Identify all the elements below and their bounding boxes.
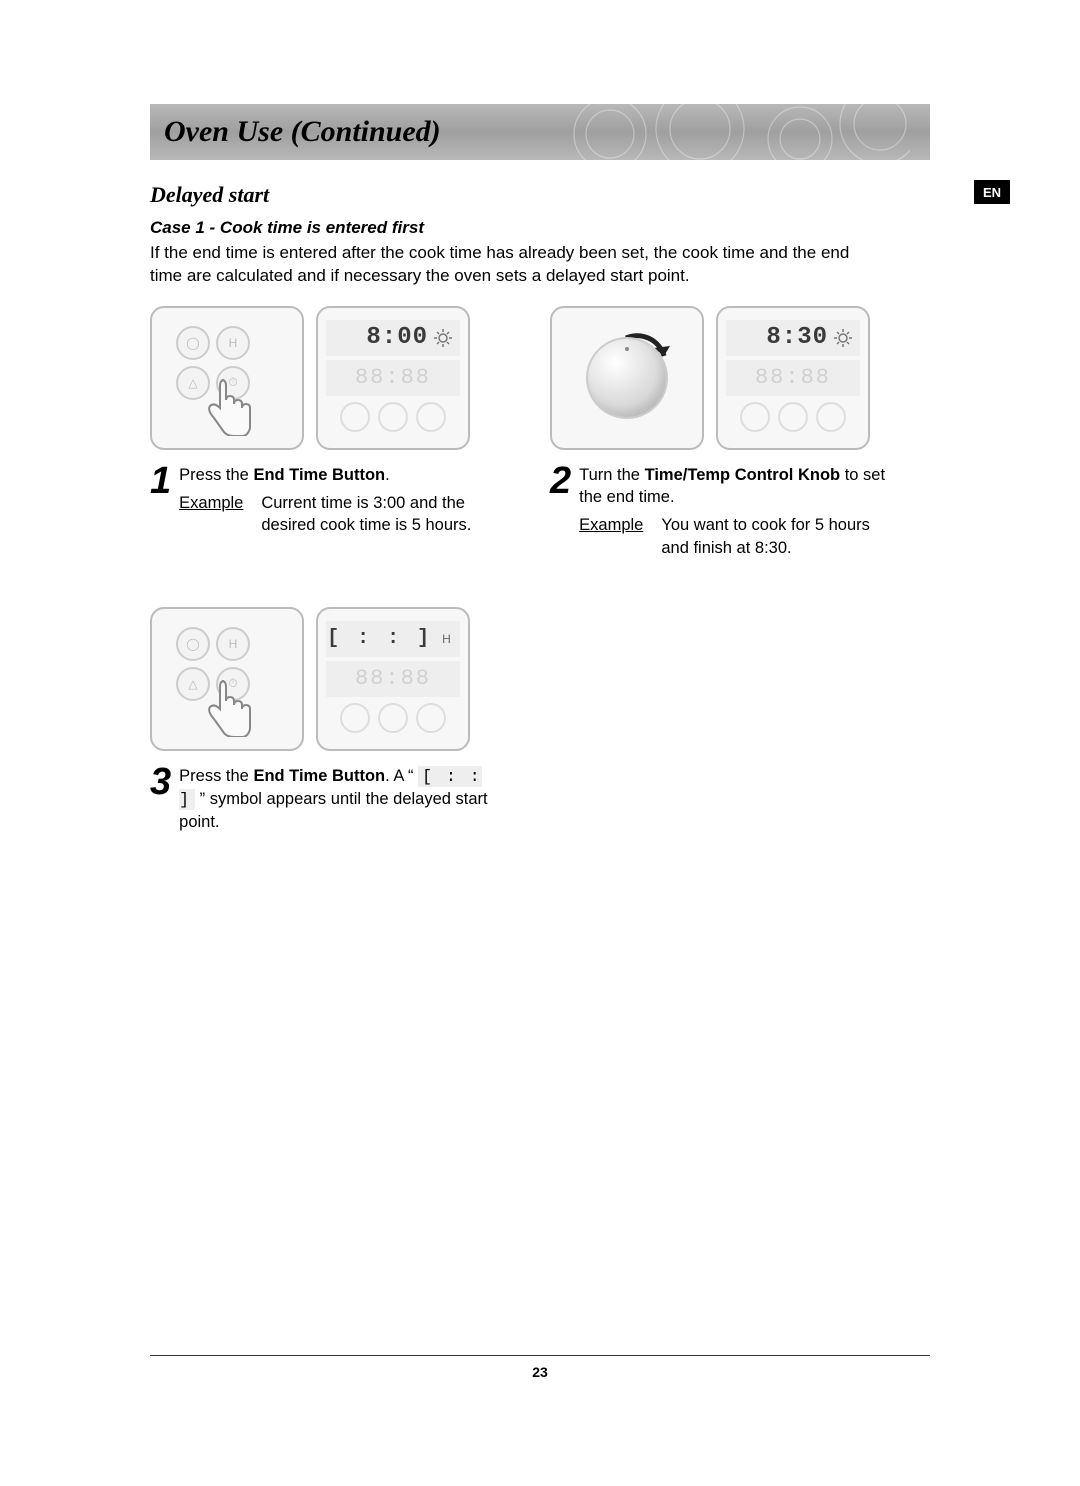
display-bottom-row	[326, 701, 460, 735]
case-title: Case 1 - Cook time is entered first	[150, 218, 930, 238]
intro-paragraph: If the end time is entered after the coo…	[150, 242, 870, 288]
end-marker-icon: H	[442, 632, 451, 646]
knob-panel	[550, 306, 704, 450]
step-3: ◯ H △ ⏱ [ : : ] H 88:88	[150, 607, 490, 834]
display-dim: 88:88	[726, 360, 860, 396]
subsection-heading: Delayed start	[150, 182, 930, 208]
display-panel: [ : : ] H 88:88	[316, 607, 470, 751]
step-1-text: Press the End Time Button. Example Curre…	[179, 464, 490, 537]
example-label: Example	[179, 492, 243, 537]
display-bottom-row	[726, 400, 860, 434]
language-badge: EN	[974, 180, 1010, 204]
example-label: Example	[579, 514, 643, 559]
steps-container: ◯ H △ ⏱ 8:00	[150, 306, 930, 834]
end-time-button-icon: H	[216, 627, 250, 661]
hand-press-icon	[204, 370, 256, 441]
end-time-button-icon: H	[216, 326, 250, 360]
banner-title: Oven Use (Continued)	[164, 115, 441, 149]
clock-sun-icon	[434, 329, 452, 347]
page-number: 23	[532, 1364, 548, 1380]
display-bottom-row	[326, 400, 460, 434]
circle-button-icon: ◯	[176, 627, 210, 661]
step-number: 1	[150, 464, 175, 537]
display-panel: 8:00 88:88	[316, 306, 470, 450]
banner-decor	[550, 104, 910, 160]
display-value: 8:00	[366, 324, 428, 351]
circle-button-icon: ◯	[176, 326, 210, 360]
display-value: 8:30	[766, 324, 828, 351]
step-1-illustration: ◯ H △ ⏱ 8:00	[150, 306, 490, 450]
step-2-illustration: 8:30 88:88	[550, 306, 890, 450]
step-number: 3	[150, 765, 175, 834]
step-number: 2	[550, 464, 575, 559]
control-panel-buttons: ◯ H △ ⏱	[150, 607, 304, 751]
step-2-text: Turn the Time/Temp Control Knob to set t…	[579, 464, 890, 559]
example-text: Current time is 3:00 and the desired coo…	[261, 492, 490, 537]
display-readout: [ : : ] H	[326, 621, 460, 657]
section-banner: Oven Use (Continued)	[150, 104, 930, 160]
step-2: 8:30 88:88 2	[550, 306, 890, 559]
step-1: ◯ H △ ⏱ 8:00	[150, 306, 490, 559]
display-readout: 8:30	[726, 320, 860, 356]
display-value: [ : : ]	[327, 627, 432, 650]
step-3-illustration: ◯ H △ ⏱ [ : : ] H 88:88	[150, 607, 490, 751]
display-dim: 88:88	[326, 360, 460, 396]
page-footer: 23	[150, 1355, 930, 1380]
control-knob-icon	[586, 337, 668, 419]
example-text: You want to cook for 5 hours and finish …	[661, 514, 890, 559]
display-readout: 8:00	[326, 320, 460, 356]
display-panel: 8:30 88:88	[716, 306, 870, 450]
page-content: Oven Use (Continued) EN Delayed start Ca…	[150, 104, 930, 834]
display-dim: 88:88	[326, 661, 460, 697]
control-panel-buttons: ◯ H △ ⏱	[150, 306, 304, 450]
step-3-text: Press the End Time Button. A “ [ : : ] ”…	[179, 765, 490, 834]
hand-press-icon	[204, 671, 256, 742]
clock-sun-icon	[834, 329, 852, 347]
